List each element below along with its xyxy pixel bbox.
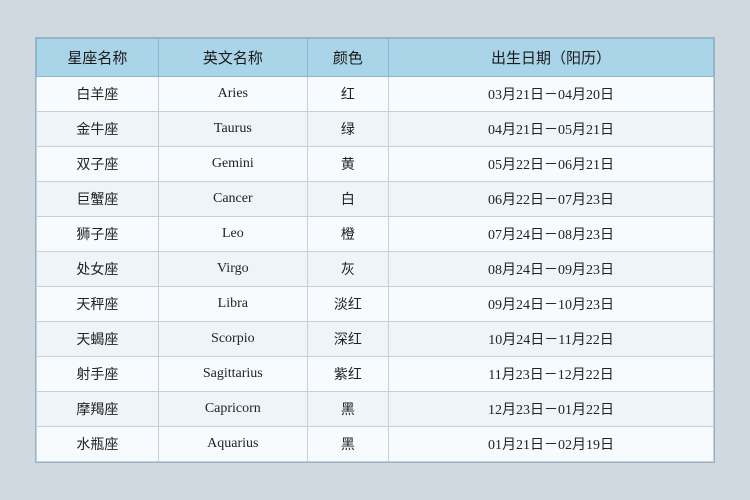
cell-english: Libra	[158, 287, 307, 322]
table-row: 天秤座Libra淡红09月24日－10月23日	[37, 287, 714, 322]
cell-date: 01月21日－02月19日	[389, 427, 714, 462]
cell-chinese: 金牛座	[37, 112, 159, 147]
table-row: 狮子座Leo橙07月24日－08月23日	[37, 217, 714, 252]
cell-date: 11月23日－12月22日	[389, 357, 714, 392]
header-color: 颜色	[307, 39, 388, 77]
cell-chinese: 水瓶座	[37, 427, 159, 462]
zodiac-table: 星座名称 英文名称 颜色 出生日期（阳历） 白羊座Aries红03月21日－04…	[36, 38, 714, 462]
cell-english: Aquarius	[158, 427, 307, 462]
cell-chinese: 射手座	[37, 357, 159, 392]
cell-color: 黑	[307, 392, 388, 427]
table-header-row: 星座名称 英文名称 颜色 出生日期（阳历）	[37, 39, 714, 77]
cell-english: Gemini	[158, 147, 307, 182]
cell-color: 黄	[307, 147, 388, 182]
cell-color: 紫红	[307, 357, 388, 392]
cell-color: 淡红	[307, 287, 388, 322]
cell-chinese: 狮子座	[37, 217, 159, 252]
cell-english: Taurus	[158, 112, 307, 147]
cell-color: 橙	[307, 217, 388, 252]
cell-english: Scorpio	[158, 322, 307, 357]
cell-english: Capricorn	[158, 392, 307, 427]
cell-english: Aries	[158, 77, 307, 112]
cell-date: 09月24日－10月23日	[389, 287, 714, 322]
table-row: 白羊座Aries红03月21日－04月20日	[37, 77, 714, 112]
cell-chinese: 双子座	[37, 147, 159, 182]
table-row: 水瓶座Aquarius黑01月21日－02月19日	[37, 427, 714, 462]
cell-date: 10月24日－11月22日	[389, 322, 714, 357]
cell-date: 05月22日－06月21日	[389, 147, 714, 182]
table-row: 巨蟹座Cancer白06月22日－07月23日	[37, 182, 714, 217]
table-body: 白羊座Aries红03月21日－04月20日金牛座Taurus绿04月21日－0…	[37, 77, 714, 462]
cell-chinese: 摩羯座	[37, 392, 159, 427]
table-row: 双子座Gemini黄05月22日－06月21日	[37, 147, 714, 182]
table-row: 处女座Virgo灰08月24日－09月23日	[37, 252, 714, 287]
header-chinese: 星座名称	[37, 39, 159, 77]
cell-english: Virgo	[158, 252, 307, 287]
header-english: 英文名称	[158, 39, 307, 77]
cell-date: 03月21日－04月20日	[389, 77, 714, 112]
cell-english: Sagittarius	[158, 357, 307, 392]
cell-chinese: 巨蟹座	[37, 182, 159, 217]
cell-chinese: 白羊座	[37, 77, 159, 112]
zodiac-table-container: 星座名称 英文名称 颜色 出生日期（阳历） 白羊座Aries红03月21日－04…	[35, 37, 715, 463]
cell-date: 04月21日－05月21日	[389, 112, 714, 147]
table-row: 摩羯座Capricorn黑12月23日－01月22日	[37, 392, 714, 427]
cell-english: Leo	[158, 217, 307, 252]
cell-date: 12月23日－01月22日	[389, 392, 714, 427]
table-row: 射手座Sagittarius紫红11月23日－12月22日	[37, 357, 714, 392]
cell-date: 07月24日－08月23日	[389, 217, 714, 252]
cell-color: 绿	[307, 112, 388, 147]
cell-chinese: 天蝎座	[37, 322, 159, 357]
cell-color: 白	[307, 182, 388, 217]
cell-color: 灰	[307, 252, 388, 287]
table-row: 金牛座Taurus绿04月21日－05月21日	[37, 112, 714, 147]
cell-color: 红	[307, 77, 388, 112]
cell-date: 08月24日－09月23日	[389, 252, 714, 287]
cell-chinese: 处女座	[37, 252, 159, 287]
cell-date: 06月22日－07月23日	[389, 182, 714, 217]
cell-color: 深红	[307, 322, 388, 357]
table-row: 天蝎座Scorpio深红10月24日－11月22日	[37, 322, 714, 357]
header-date: 出生日期（阳历）	[389, 39, 714, 77]
cell-english: Cancer	[158, 182, 307, 217]
cell-color: 黑	[307, 427, 388, 462]
cell-chinese: 天秤座	[37, 287, 159, 322]
